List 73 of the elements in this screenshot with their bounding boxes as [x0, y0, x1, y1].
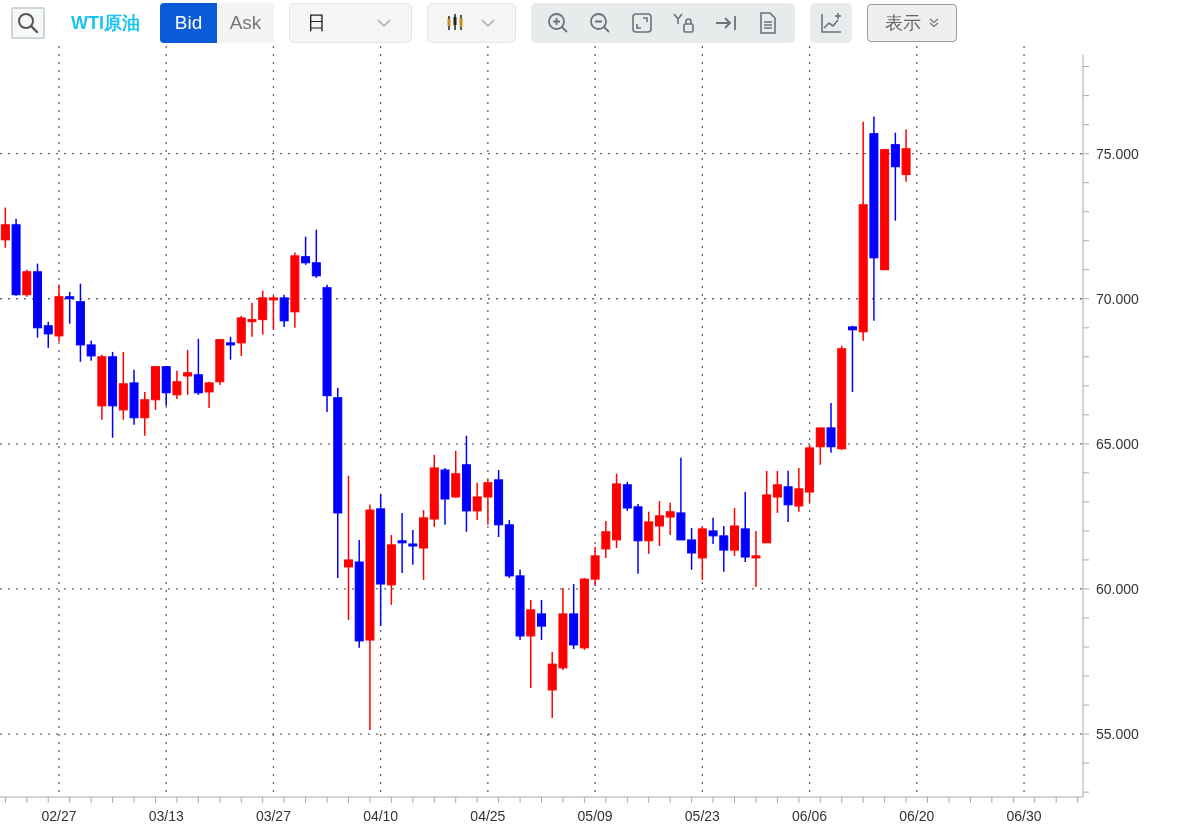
rising-candle: [22, 269, 32, 298]
falling-candle: [569, 583, 579, 650]
expand-icon: [632, 13, 652, 33]
price-side-tab[interactable]: Bid: [160, 3, 217, 43]
x-axis-label: 06/30: [1006, 808, 1042, 824]
zoom-out-icon: [589, 12, 611, 34]
rising-candle: [54, 284, 64, 343]
rising-candle: [268, 295, 278, 331]
falling-candle: [279, 293, 289, 328]
falling-candle: [504, 519, 514, 579]
search-button[interactable]: [11, 7, 45, 39]
rising-candle: [901, 128, 911, 183]
falling-candle: [161, 365, 171, 407]
x-axis-label: 06/20: [899, 808, 935, 824]
x-axis-label: 05/09: [577, 808, 613, 824]
rising-candle: [451, 450, 461, 499]
rising-candle: [151, 365, 160, 411]
period-dropdown[interactable]: 日: [289, 3, 412, 43]
falling-candle: [515, 569, 525, 641]
rising-candle: [730, 507, 739, 557]
zoom-in-icon: [547, 12, 569, 34]
rising-candle: [697, 526, 707, 581]
falling-candle: [740, 491, 750, 563]
falling-candle: [129, 369, 139, 426]
x-axis-label: 06/06: [792, 808, 828, 824]
falling-candle: [783, 470, 793, 523]
add-indicator-button[interactable]: [810, 3, 852, 43]
x-axis-label: 04/10: [363, 808, 399, 824]
falling-candle: [847, 325, 857, 393]
y-axis-label: 70.000: [1096, 290, 1139, 307]
y-axis-label: 60.000: [1096, 580, 1139, 597]
y-lock-icon: [673, 12, 695, 34]
arrow-to-bar-icon: [715, 14, 737, 32]
falling-candle: [537, 599, 546, 641]
y-axis-label: 75.000: [1096, 145, 1139, 162]
rising-candle: [751, 530, 761, 588]
rising-candle: [386, 534, 396, 606]
x-axis-label: 02/27: [41, 808, 77, 824]
rising-candle: [472, 482, 482, 521]
falling-candle: [826, 402, 836, 454]
rising-candle: [644, 511, 654, 555]
x-axis-label: 03/13: [148, 808, 184, 824]
y-axis-label: 65.000: [1096, 435, 1139, 452]
chevron-down-icon: [377, 19, 391, 27]
search-icon: [17, 12, 39, 34]
x-axis-label: 04/25: [470, 808, 506, 824]
display-button[interactable]: 表示: [867, 4, 957, 42]
rising-candle: [419, 509, 429, 581]
rising-candle: [118, 351, 128, 421]
rising-candle: [483, 479, 493, 526]
chevron-down-icon: [481, 19, 495, 27]
falling-candle: [193, 338, 203, 396]
rising-candle: [0, 206, 10, 249]
falling-candle: [440, 467, 450, 526]
x-axis-label: 05/23: [684, 808, 720, 824]
double-chevron-down-icon: [929, 18, 939, 28]
falling-candle: [226, 336, 236, 361]
rising-candle: [140, 391, 150, 437]
document-icon: [759, 12, 777, 34]
rising-candle: [547, 651, 557, 719]
rising-candle: [794, 467, 804, 513]
chart-type-dropdown[interactable]: [427, 3, 516, 43]
rising-candle: [654, 500, 664, 547]
rising-candle: [665, 502, 675, 536]
rising-candle: [247, 302, 257, 338]
rising-candle: [236, 315, 246, 357]
x-axis-label: 03/27: [255, 808, 291, 824]
falling-candle: [494, 469, 504, 538]
rising-candle: [97, 354, 107, 421]
candlestick-icon: [445, 13, 465, 33]
rising-candle: [258, 289, 268, 336]
y-axis-label: 55.000: [1096, 726, 1139, 743]
chart-plus-icon: [820, 12, 842, 34]
